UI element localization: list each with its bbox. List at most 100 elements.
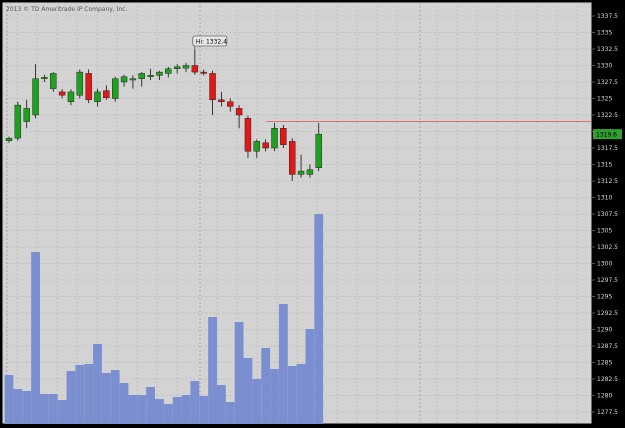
volume-bar xyxy=(110,370,120,424)
candle-body xyxy=(165,68,172,74)
candle-body xyxy=(253,141,261,152)
volume-bar xyxy=(137,395,147,424)
volume-bar xyxy=(314,214,324,424)
y-tick-label: 1322.5 xyxy=(597,112,618,119)
y-tick-label: 1297.5 xyxy=(597,277,618,284)
volume-bar xyxy=(57,400,67,424)
volume-bar xyxy=(84,364,94,424)
candle xyxy=(280,124,287,148)
volume-bar xyxy=(31,252,40,424)
candle-body xyxy=(306,169,314,175)
y-tick-label: 1315 xyxy=(597,162,612,169)
hi-label: Hi: 1332.4 xyxy=(196,39,227,46)
y-tick-label: 1307.5 xyxy=(597,211,618,218)
candle-body xyxy=(191,65,199,73)
candle xyxy=(289,138,296,181)
y-tick-label: 1292.5 xyxy=(597,310,618,317)
candle-body xyxy=(182,65,190,69)
volume-bar xyxy=(261,348,271,424)
volume-bar xyxy=(252,379,262,424)
volume-bar xyxy=(296,364,306,424)
candle-body xyxy=(50,73,57,89)
candle-body xyxy=(200,71,207,74)
y-tick-label: 1287.5 xyxy=(597,343,618,350)
y-tick-label: 1280 xyxy=(597,393,612,400)
volume-bar xyxy=(22,391,32,424)
candle-body xyxy=(244,118,252,152)
volume-bar xyxy=(75,365,85,424)
y-tick-label: 1282.5 xyxy=(597,376,618,383)
volume-bar xyxy=(225,402,235,424)
y-tick-label: 1300 xyxy=(597,261,612,268)
volume-bar xyxy=(234,322,244,424)
y-tick-label: 1327.5 xyxy=(597,79,618,86)
volume-bar xyxy=(208,317,217,424)
y-tick-label: 1312.5 xyxy=(597,178,618,185)
y-tick-label: 1285 xyxy=(597,360,612,367)
candle-body xyxy=(156,71,163,76)
candle-body xyxy=(94,91,101,103)
y-tick-label: 1310 xyxy=(597,195,612,202)
volume-bar xyxy=(119,383,129,424)
y-tick-label: 1295 xyxy=(597,294,612,301)
candle-body xyxy=(76,71,84,96)
volume-bar xyxy=(243,358,253,424)
candle-body xyxy=(129,78,137,81)
volume-bar xyxy=(101,373,111,424)
candle-body xyxy=(103,90,110,99)
volume-bar xyxy=(146,387,155,424)
candle-body xyxy=(58,91,66,96)
volume-bar xyxy=(217,385,226,424)
candle-body xyxy=(280,127,287,145)
candle-body xyxy=(14,104,22,139)
volume-bar xyxy=(190,381,200,424)
candle-body xyxy=(120,76,128,83)
y-tick-label: 1335 xyxy=(597,30,612,37)
candle xyxy=(111,76,119,102)
volume-bar xyxy=(40,394,49,424)
volume-bar xyxy=(13,389,23,424)
y-tick-label: 1277.5 xyxy=(597,409,618,416)
y-tick-label: 1317.5 xyxy=(597,145,618,152)
candle-body xyxy=(138,73,145,79)
volume-bar xyxy=(4,375,14,424)
volume-bar xyxy=(155,399,164,424)
volume-bar xyxy=(93,344,102,424)
volume-bar xyxy=(305,329,315,424)
candle xyxy=(76,69,84,99)
volume-bar xyxy=(199,396,209,424)
volume-bar xyxy=(66,371,76,424)
volume-bar xyxy=(128,395,138,424)
y-tick-label: 1290 xyxy=(597,327,612,334)
volume-bar xyxy=(270,369,279,424)
candle-body xyxy=(209,73,216,101)
candle-body xyxy=(262,142,269,149)
y-tick-label: 1302.5 xyxy=(597,244,618,251)
y-tick-label: 1305 xyxy=(597,228,612,235)
candle-body xyxy=(173,66,181,69)
volume-bar xyxy=(48,394,58,424)
y-tick-label: 1337.5 xyxy=(597,13,618,20)
candle-body xyxy=(227,101,234,107)
candle-body xyxy=(41,77,48,79)
price-chart: 1337.513351332.513301327.513251322.51320… xyxy=(1,1,622,425)
candle-body xyxy=(218,99,225,102)
volume-bar xyxy=(287,366,297,424)
last-price-label: 1319.6 xyxy=(596,131,617,138)
y-tick-label: 1325 xyxy=(597,96,612,103)
volume-bar xyxy=(181,395,191,424)
candle-body xyxy=(271,127,278,149)
candle-body xyxy=(147,75,154,77)
candle xyxy=(14,101,22,141)
candle-body xyxy=(111,78,119,99)
candle-body xyxy=(235,108,243,116)
candle-body xyxy=(32,78,39,116)
candle-body xyxy=(67,91,75,103)
volume-bar xyxy=(172,397,182,424)
y-tick-label: 1330 xyxy=(597,63,612,70)
candle-body xyxy=(289,141,296,175)
candle-body xyxy=(315,133,322,168)
volume-bar xyxy=(163,404,173,424)
candle xyxy=(85,69,92,104)
candle-body xyxy=(297,170,305,175)
